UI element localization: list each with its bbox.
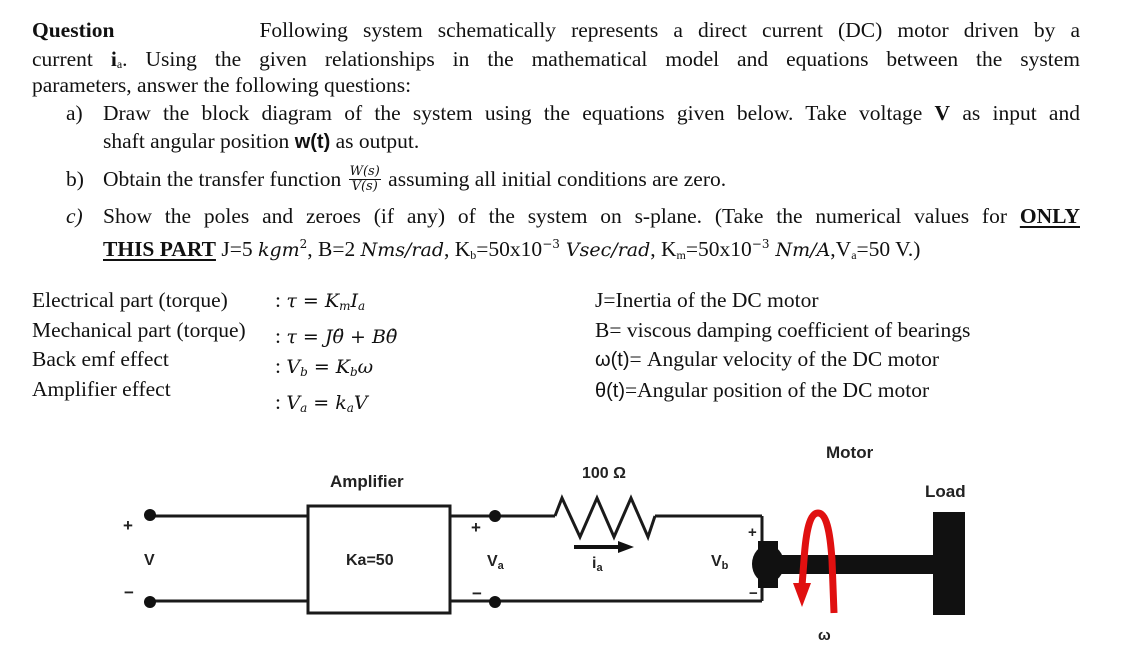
- motor-label: Motor: [826, 443, 874, 462]
- input-minus-sign: −: [124, 583, 134, 602]
- va-label: Va: [487, 553, 505, 572]
- input-plus-terminal: [144, 509, 156, 521]
- vb-minus-sign: −: [749, 585, 758, 602]
- amplifier-title: Amplifier: [330, 472, 404, 491]
- resistor-label: 100 Ω: [582, 465, 626, 482]
- input-plus-sign: +: [123, 516, 133, 535]
- resistor-100-ohm: [553, 494, 657, 542]
- dc-motor-circuit-diagram: + − V Amplifier Ka=50 + − Va 100 Ω ia Vb…: [123, 443, 966, 644]
- va-minus-terminal: [489, 596, 501, 608]
- current-label: ia: [592, 555, 603, 574]
- va-plus-sign: +: [471, 518, 481, 537]
- amplifier-gain-label: Ka=50: [346, 552, 394, 569]
- vb-plus-sign: +: [748, 524, 757, 541]
- va-minus-sign: −: [472, 584, 482, 603]
- motor-shaft: [775, 555, 935, 574]
- omega-label: ω: [818, 627, 831, 644]
- va-plus-terminal: [489, 510, 501, 522]
- load-block: [933, 512, 965, 615]
- input-minus-terminal: [144, 596, 156, 608]
- vb-label: Vb: [711, 553, 729, 572]
- input-voltage-label: V: [144, 552, 155, 569]
- load-label: Load: [925, 482, 966, 501]
